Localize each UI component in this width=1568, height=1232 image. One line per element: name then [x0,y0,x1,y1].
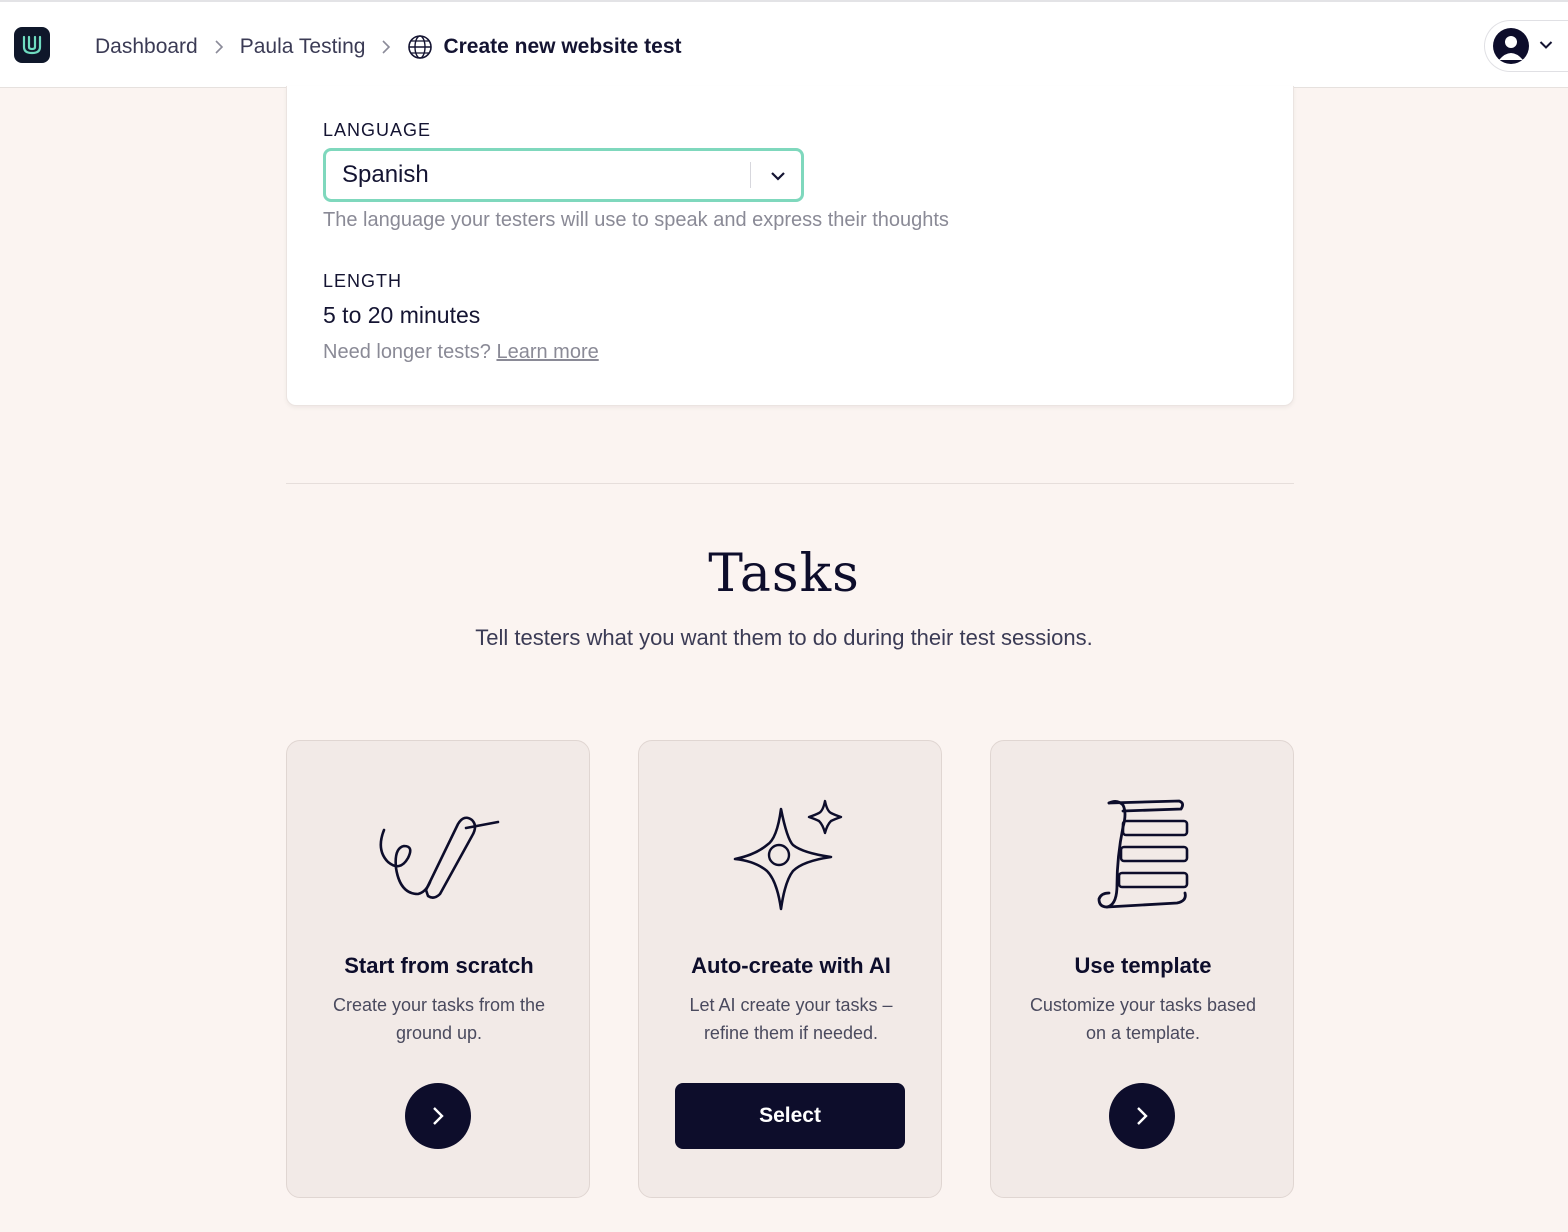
language-helper-text: The language your testers will use to sp… [323,209,949,231]
option-card-use-template[interactable]: Use template Customize your tasks based … [990,740,1294,1198]
breadcrumb-dashboard[interactable]: Dashboard [95,35,198,59]
breadcrumb: Dashboard Paula Testing Create new websi… [95,32,682,62]
section-divider [286,483,1294,484]
option-card-auto-create-ai[interactable]: Auto-create with AI Let AI create your t… [638,740,942,1198]
language-select-value: Spanish [342,161,429,188]
breadcrumb-workspace[interactable]: Paula Testing [240,35,366,59]
option-title: Auto-create with AI [691,953,891,978]
chevron-right-icon [433,1107,444,1125]
chevron-down-icon [1539,37,1553,55]
language-label: LANGUAGE [323,120,432,140]
chevron-right-icon [381,39,391,55]
option-title: Use template [1074,953,1212,978]
chevron-right-icon [1137,1107,1148,1125]
length-helper: Need longer tests? Learn more [323,341,599,364]
chevron-down-icon [769,165,787,193]
test-settings-card: LANGUAGE Spanish The language your teste… [286,86,1294,406]
length-helper-text: Need longer tests? [323,341,491,363]
tasks-subtitle: Tell testers what you want them to do du… [475,625,1093,650]
option-title: Start from scratch [344,953,534,978]
option-card-start-from-scratch[interactable]: Start from scratch Create your tasks fro… [286,740,590,1198]
option-description: Create your tasks from the ground up. [332,995,546,1043]
select-button[interactable]: Select [675,1083,905,1149]
sparkle-icon [639,797,943,917]
learn-more-link[interactable]: Learn more [496,341,598,363]
chevron-right-icon [214,39,224,55]
globe-icon [407,34,433,60]
length-value: 5 to 20 minutes [323,302,481,328]
user-menu-button[interactable] [1484,20,1568,72]
option-description: Let AI create your tasks – refine them i… [689,995,893,1043]
scroll-template-icon [991,797,1295,917]
option-description: Customize your tasks based on a template… [1029,995,1257,1043]
pen-scribble-icon [287,797,591,917]
tasks-heading: Tasks [708,544,860,604]
usertesting-logo-icon[interactable] [14,27,50,63]
top-navigation-bar: Dashboard Paula Testing Create new websi… [0,0,1568,88]
user-avatar-icon [1493,28,1529,64]
page-title: Create new website test [443,35,682,58]
length-label: LENGTH [323,271,403,291]
use-template-button[interactable] [1109,1083,1175,1149]
language-select[interactable]: Spanish [323,148,804,202]
start-from-scratch-button[interactable] [405,1083,471,1149]
select-divider [750,162,751,188]
